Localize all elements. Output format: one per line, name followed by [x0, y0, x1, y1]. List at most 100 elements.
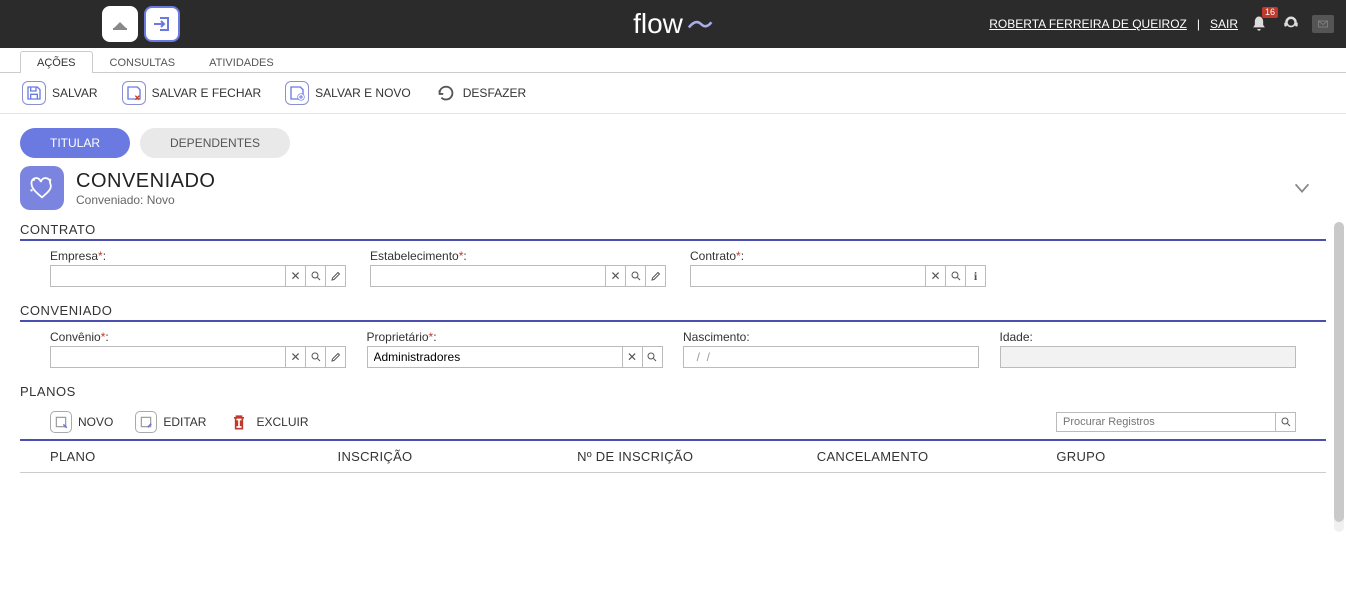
- excluir-button[interactable]: EXCLUIR: [228, 411, 308, 433]
- tab-atividades[interactable]: ATIVIDADES: [192, 51, 291, 73]
- convenio-edit-icon[interactable]: [326, 346, 346, 368]
- idade-input: [1000, 346, 1296, 368]
- proprietario-input[interactable]: [367, 346, 623, 368]
- convenio-search-icon[interactable]: [306, 346, 326, 368]
- entity-titles: CONVENIADO Conveniado: Novo: [76, 170, 215, 207]
- conveniado-row: Convênio*: ✕ Proprietário*: ✕ Nascimento…: [20, 330, 1326, 378]
- entity-icon: [20, 166, 64, 210]
- proprietario-label: Proprietário*:: [367, 330, 664, 344]
- plan-search-input[interactable]: [1056, 412, 1276, 432]
- editar-label: EDITAR: [163, 415, 206, 429]
- save-close-button[interactable]: SALVAR E FECHAR: [120, 79, 264, 107]
- scrollbar-thumb[interactable]: [1334, 222, 1344, 522]
- field-contrato: Contrato*: ✕ i: [690, 249, 990, 287]
- logo-text: flow: [633, 8, 683, 40]
- prop-search-icon[interactable]: [643, 346, 663, 368]
- empresa-clear-icon[interactable]: ✕: [286, 265, 306, 287]
- trash-icon: [228, 411, 250, 433]
- field-idade: Idade:: [1000, 330, 1297, 368]
- estabelecimento-label: Estabelecimento*:: [370, 249, 670, 263]
- estab-edit-icon[interactable]: [646, 265, 666, 287]
- nascimento-input[interactable]: [683, 346, 979, 368]
- contrato-info-icon[interactable]: i: [966, 265, 986, 287]
- col-no-inscricao[interactable]: Nº DE INSCRIÇÃO: [577, 449, 817, 464]
- entity-title: CONVENIADO: [76, 170, 215, 193]
- bell-icon[interactable]: 16: [1248, 13, 1270, 35]
- contrato-row: Empresa*: ✕ Estabelecimento*: ✕ Contrato…: [20, 249, 1326, 297]
- section-planos: PLANOS: [20, 384, 1326, 401]
- field-convenio: Convênio*: ✕: [50, 330, 347, 368]
- pill-tabs: TITULAR DEPENDENTES: [0, 114, 1346, 166]
- inbox-icon[interactable]: [1312, 15, 1334, 33]
- enter-icon[interactable]: [144, 6, 180, 42]
- plan-toolbar: NOVO EDITAR EXCLUIR: [20, 401, 1326, 441]
- logo-wave-icon: [687, 15, 713, 33]
- undo-label: DESFAZER: [463, 86, 526, 100]
- empresa-edit-icon[interactable]: [326, 265, 346, 287]
- entity-header: CONVENIADO Conveniado: Novo: [0, 166, 1346, 216]
- table-header: PLANO INSCRIÇÃO Nº DE INSCRIÇÃO CANCELAM…: [20, 441, 1326, 473]
- undo-icon: [435, 82, 457, 104]
- tab-consultas[interactable]: CONSULTAS: [93, 51, 193, 73]
- field-empresa: Empresa*: ✕: [50, 249, 350, 287]
- contrato-search-icon[interactable]: [946, 265, 966, 287]
- field-proprietario: Proprietário*: ✕: [367, 330, 664, 368]
- chevron-down-icon[interactable]: [1288, 174, 1316, 202]
- field-estabelecimento: Estabelecimento*: ✕: [370, 249, 670, 287]
- novo-icon: [50, 411, 72, 433]
- estabelecimento-input[interactable]: [370, 265, 606, 287]
- empresa-label: Empresa*:: [50, 249, 350, 263]
- novo-button[interactable]: NOVO: [50, 411, 113, 433]
- convenio-clear-icon[interactable]: ✕: [286, 346, 306, 368]
- editar-button[interactable]: EDITAR: [135, 411, 206, 433]
- section-contrato: CONTRATO: [20, 222, 1326, 241]
- estab-search-icon[interactable]: [626, 265, 646, 287]
- save-button[interactable]: SALVAR: [20, 79, 100, 107]
- save-new-icon: [285, 81, 309, 105]
- entity-subtitle: Conveniado: Novo: [76, 193, 215, 207]
- pill-titular[interactable]: TITULAR: [20, 128, 130, 158]
- topbar: flow ROBERTA FERREIRA DE QUEIROZ | SAIR …: [0, 0, 1346, 48]
- section-conveniado: CONVENIADO: [20, 303, 1326, 322]
- main-tabs: AÇÕES CONSULTAS ATIVIDADES: [0, 48, 1346, 73]
- support-icon[interactable]: [1280, 13, 1302, 35]
- app-logo: flow: [633, 8, 713, 40]
- save-close-icon: [122, 81, 146, 105]
- col-plano[interactable]: PLANO: [50, 449, 338, 464]
- separator: |: [1197, 17, 1200, 31]
- save-label: SALVAR: [52, 86, 98, 100]
- tab-acoes[interactable]: AÇÕES: [20, 51, 93, 73]
- notification-badge: 16: [1262, 7, 1278, 18]
- save-icon: [22, 81, 46, 105]
- nascimento-label: Nascimento:: [683, 330, 980, 344]
- contrato-input[interactable]: [690, 265, 926, 287]
- editar-icon: [135, 411, 157, 433]
- save-close-label: SALVAR E FECHAR: [152, 86, 262, 100]
- empresa-input[interactable]: [50, 265, 286, 287]
- excluir-label: EXCLUIR: [256, 415, 308, 429]
- plan-search: [1056, 412, 1296, 432]
- convenio-input[interactable]: [50, 346, 286, 368]
- action-toolbar: SALVAR SALVAR E FECHAR SALVAR E NOVO DES…: [0, 73, 1346, 114]
- topbar-right: ROBERTA FERREIRA DE QUEIROZ | SAIR 16: [989, 13, 1334, 35]
- pill-dependentes[interactable]: DEPENDENTES: [140, 128, 290, 158]
- estab-clear-icon[interactable]: ✕: [606, 265, 626, 287]
- novo-label: NOVO: [78, 415, 113, 429]
- col-cancelamento[interactable]: CANCELAMENTO: [817, 449, 1057, 464]
- home-icon[interactable]: [102, 6, 138, 42]
- empresa-search-icon[interactable]: [306, 265, 326, 287]
- convenio-label: Convênio*:: [50, 330, 347, 344]
- contrato-clear-icon[interactable]: ✕: [926, 265, 946, 287]
- topbar-left: [102, 6, 180, 42]
- undo-button[interactable]: DESFAZER: [433, 80, 528, 106]
- col-inscricao[interactable]: INSCRIÇÃO: [338, 449, 578, 464]
- content-area: CONTRATO Empresa*: ✕ Estabelecimento*: ✕…: [0, 222, 1346, 473]
- prop-clear-icon[interactable]: ✕: [623, 346, 643, 368]
- col-grupo[interactable]: GRUPO: [1056, 449, 1296, 464]
- plan-search-icon[interactable]: [1276, 412, 1296, 432]
- idade-label: Idade:: [1000, 330, 1297, 344]
- user-link[interactable]: ROBERTA FERREIRA DE QUEIROZ: [989, 17, 1187, 31]
- logout-link[interactable]: SAIR: [1210, 17, 1238, 31]
- save-new-button[interactable]: SALVAR E NOVO: [283, 79, 413, 107]
- field-nascimento: Nascimento:: [683, 330, 980, 368]
